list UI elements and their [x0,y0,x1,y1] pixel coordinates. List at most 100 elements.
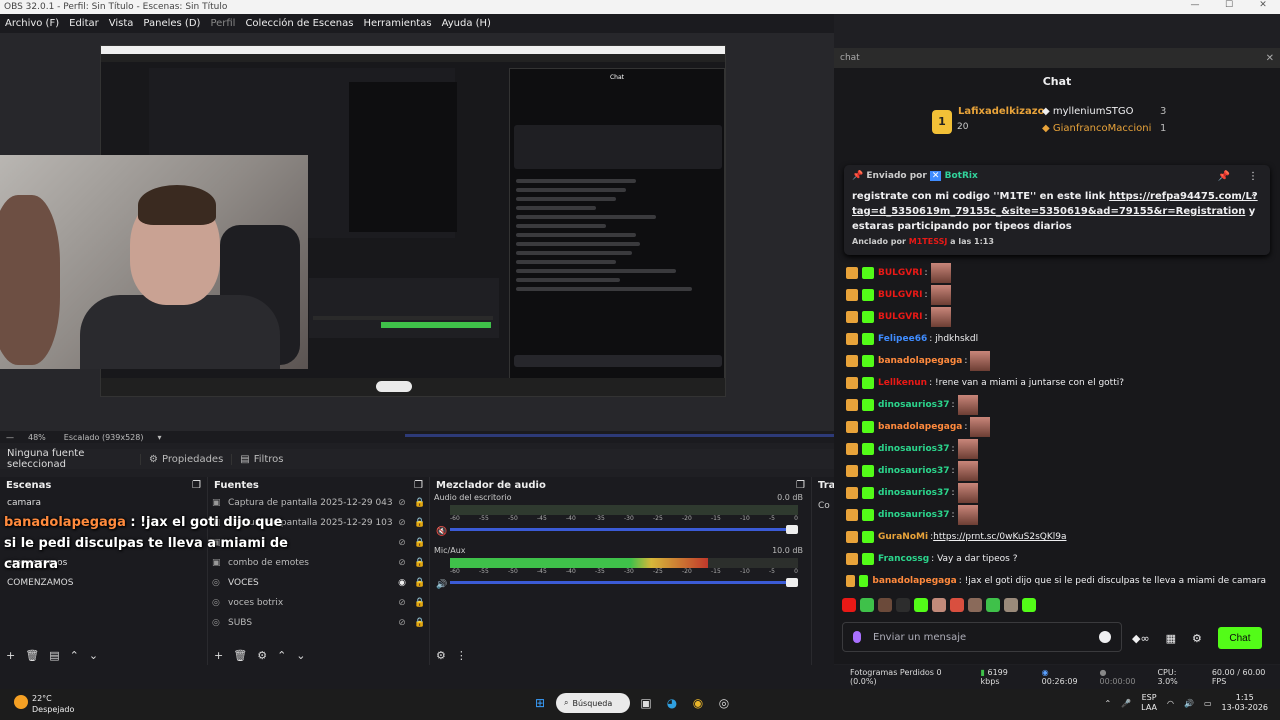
source-item[interactable]: ▣ Captura de pantalla 2025-12-29 04380: ⊘ 🔒 [208,493,429,513]
add-icon[interactable]: + [214,649,223,662]
emote-icon[interactable] [914,598,928,612]
scene-item[interactable]: camara [0,493,207,513]
filter-icon[interactable]: ▤ [49,649,59,662]
eye-hidden-icon[interactable]: ⊘ [393,618,411,628]
emote-icon[interactable] [1004,598,1018,612]
lock-icon[interactable]: 🔒 [411,578,429,588]
eye-icon[interactable]: ◉ [393,578,411,588]
zoom-scale[interactable]: Escalado (939x528) [46,433,144,442]
maximize-icon[interactable]: ☐ [1212,0,1246,10]
more-icon[interactable]: ⋮ [1248,171,1258,182]
close-icon[interactable]: ✕ [1246,0,1280,10]
source-item[interactable]: ◎ SUBS ⊘ 🔒 [208,613,429,633]
emote-icon[interactable] [842,598,856,612]
task-view-icon[interactable]: ▣ [636,693,656,713]
chat-username[interactable]: banadolapegaga [872,576,956,586]
chat-username[interactable]: dinosaurios37 [878,400,950,410]
transition-select[interactable]: Co [818,501,834,511]
menu-coleccion[interactable]: Colección de Escenas [240,18,358,29]
emoji-icon[interactable] [1099,631,1111,643]
edge-icon[interactable]: ◕ [662,693,682,713]
trash-icon[interactable]: 🗑 [233,649,247,662]
pinned-by-user[interactable]: M1TESSJ [909,237,948,246]
store-icon[interactable]: ▦ [1166,632,1176,645]
minimize-icon[interactable]: — [1178,0,1212,10]
menu-perfil[interactable]: Perfil [205,18,240,29]
zoom-minus-icon[interactable]: — [0,433,14,442]
bits-icon[interactable]: ◆∞ [1132,632,1150,645]
emote-icon[interactable] [968,598,982,612]
emote-icon[interactable] [932,598,946,612]
obs-icon[interactable]: ◎ [714,693,734,713]
gear-icon[interactable]: ⚙ [1192,632,1202,645]
menu-herramientas[interactable]: Herramientas [358,18,436,29]
mic-icon[interactable] [853,631,861,643]
add-icon[interactable]: + [6,649,15,662]
pinned-sender[interactable]: BotRix [945,171,978,181]
dock-float-icon[interactable]: ❐ [796,480,805,491]
chrome-icon[interactable]: ◉ [688,693,708,713]
dock-float-icon[interactable]: ❐ [192,480,201,491]
lock-icon[interactable]: 🔒 [411,558,429,568]
source-item[interactable]: ◎ VOCES ◉ 🔒 [208,573,429,593]
search-box[interactable]: ⌕ Búsqueda [556,693,630,713]
eye-hidden-icon[interactable]: ⊘ [393,598,411,608]
down-icon[interactable]: ⌄ [296,649,305,662]
eye-hidden-icon[interactable]: ⊘ [393,498,411,508]
trash-icon[interactable]: 🗑 [25,649,39,662]
lock-icon[interactable]: 🔒 [411,618,429,628]
emote-icon[interactable] [950,598,964,612]
eye-hidden-icon[interactable]: ⊘ [393,558,411,568]
scene-item[interactable]: COMENZAMOS [0,573,207,593]
zoom-percent[interactable]: 48% [14,433,46,442]
wifi-icon[interactable]: ◠ [1167,699,1174,708]
menu-paneles[interactable]: Paneles (D) [138,18,205,29]
language-indicator[interactable]: ESP LAA [1141,693,1157,713]
emote-icon[interactable] [1022,598,1036,612]
chat-username[interactable]: dinosaurios37 [878,510,950,520]
weather-widget[interactable]: 22°C Despejado [14,693,74,715]
chat-username[interactable]: banadolapegaga [878,356,962,366]
chat-username[interactable]: BULGVRI [878,290,923,300]
zoom-dropdown-icon[interactable]: ▾ [143,433,161,442]
chat-link[interactable]: https://prnt.sc/0wKuS2sQKl9a [933,532,1066,542]
close-icon[interactable]: ✕ [1266,53,1274,64]
chat-send-button[interactable]: Chat [1217,627,1262,649]
volume-slider[interactable] [450,578,798,587]
gear-icon[interactable]: ⚙ [257,649,267,662]
emote-icon[interactable] [896,598,910,612]
up-icon[interactable]: ⌃ [70,649,79,662]
mic-icon[interactable]: 🎤 [1121,699,1131,708]
gear-icon[interactable]: ⚙ [436,649,446,662]
emote-icon[interactable] [860,598,874,612]
chat-username[interactable]: BULGVRI [878,312,923,322]
leader-third[interactable]: ◆ GianfrancoMaccioni 1 [1042,123,1166,134]
lock-icon[interactable]: 🔒 [411,538,429,548]
dock-float-icon[interactable]: ❐ [414,480,423,491]
chevron-up-icon[interactable]: ⌃ [1105,699,1112,708]
unpin-icon[interactable]: 📌 [1218,171,1230,182]
chat-username[interactable]: GuraNoMi [878,532,928,542]
chat-username[interactable]: BULGVRI [878,268,923,278]
menu-ayuda[interactable]: Ayuda (H) [437,18,496,29]
chat-username[interactable]: dinosaurios37 [878,466,950,476]
chat-input[interactable]: Enviar un mensaje [842,622,1122,652]
volume-slider[interactable] [450,525,798,534]
leader-first-name[interactable]: Lafixadelkizazo [958,106,1044,117]
chat-username[interactable]: dinosaurios37 [878,444,950,454]
properties-button[interactable]: ⚙ Propiedades [140,453,231,465]
lock-icon[interactable]: 🔒 [411,598,429,608]
lock-icon[interactable]: 🔒 [411,498,429,508]
chat-username[interactable]: banadolapegaga [878,422,962,432]
speaker-icon[interactable]: 🔊 [436,580,447,590]
eye-hidden-icon[interactable]: ⊘ [393,538,411,548]
filters-button[interactable]: ▤ Filtros [231,453,291,465]
preview-canvas[interactable]: Chat [0,33,834,431]
leader-second[interactable]: ◆ mylleniumSTGO 3 [1042,106,1166,117]
menu-editar[interactable]: Editar [64,18,104,29]
chat-username[interactable]: Felipee66 [878,334,927,344]
battery-icon[interactable]: ▭ [1204,699,1212,708]
menu-vista[interactable]: Vista [104,18,139,29]
more-icon[interactable]: ⋮ [456,649,467,662]
chat-username[interactable]: Lellkenun [878,378,927,388]
